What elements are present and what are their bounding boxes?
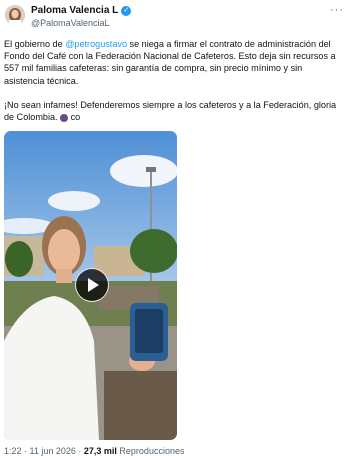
tweet-meta: 1:22 · 11 jun 2026 · 27,3 mil Reproducci… bbox=[4, 446, 184, 456]
play-icon bbox=[88, 278, 99, 292]
tweet-text: El gobierno de @petrogustavo se niega a … bbox=[4, 38, 344, 123]
tweet-text-segment: co bbox=[68, 112, 81, 123]
author-name-row[interactable]: Paloma Valencia L ✓ bbox=[31, 5, 132, 16]
video-player[interactable] bbox=[4, 131, 177, 440]
tweet-text-segment: El gobierno de bbox=[4, 39, 66, 49]
timestamp[interactable]: 1:22 · 11 jun 2026 · bbox=[4, 446, 84, 456]
tweet-paragraph-1: El gobierno de @petrogustavo se niega a … bbox=[4, 38, 344, 87]
tweet-paragraph-2: ¡No sean infames! Defenderemos siempre a… bbox=[4, 99, 344, 123]
views-label: Reproducciones bbox=[116, 446, 185, 456]
mention-link[interactable]: @petrogustavo bbox=[65, 39, 127, 49]
colombia-emoji-icon bbox=[60, 113, 69, 122]
author-name[interactable]: Paloma Valencia L bbox=[31, 5, 118, 16]
view-count: 27,3 mil bbox=[83, 446, 117, 456]
more-options-icon[interactable]: ··· bbox=[330, 4, 344, 16]
avatar[interactable] bbox=[5, 5, 25, 25]
author-handle[interactable]: @PalomaValenciaL bbox=[31, 18, 110, 28]
tweet-text-segment: ¡No sean infames! Defenderemos siempre a… bbox=[4, 99, 337, 123]
verified-badge-icon: ✓ bbox=[121, 5, 132, 16]
play-button[interactable] bbox=[75, 268, 109, 302]
